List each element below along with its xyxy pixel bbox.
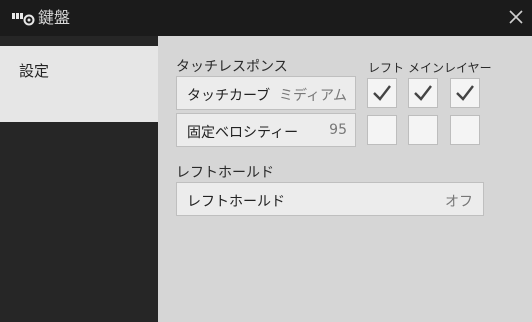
sidebar: 設定 — [0, 36, 158, 322]
left-hold-value: オフ — [445, 194, 473, 210]
touch-curve-left-checkbox[interactable] — [367, 78, 397, 108]
title-bar: 鍵盤 — [0, 0, 532, 36]
left-hold-heading: レフトホールド — [176, 165, 274, 181]
checkmark-icon — [456, 85, 474, 101]
column-header-layer: レイヤー — [444, 61, 492, 75]
tab-settings-label: 設定 — [19, 62, 50, 80]
touch-curve-layer-checkbox[interactable] — [450, 78, 480, 108]
keyboard-settings-screen: 鍵盤 設定 タッチレスポンス レフト メイン レイヤー タッチカーブ ミディアム… — [0, 0, 532, 322]
tab-settings[interactable]: 設定 — [0, 46, 158, 122]
window-title: 鍵盤 — [38, 8, 71, 27]
touch-curve-button[interactable]: タッチカーブ ミディアム — [176, 76, 356, 110]
touch-curve-value: ミディアム — [278, 88, 347, 104]
column-header-left: レフト — [368, 61, 405, 75]
left-hold-label: レフトホールド — [187, 194, 285, 210]
close-icon[interactable] — [504, 5, 528, 29]
checkmark-icon — [414, 85, 432, 101]
checkmark-icon — [373, 85, 391, 101]
keyboard-settings-icon — [12, 13, 35, 26]
fixed-velocity-left-checkbox[interactable] — [367, 115, 397, 145]
left-hold-button[interactable]: レフトホールド オフ — [176, 182, 484, 216]
column-header-main: メイン — [408, 61, 445, 75]
fixed-velocity-button[interactable]: 固定ベロシティー 95 — [176, 113, 356, 147]
fixed-velocity-value: 95 — [329, 122, 347, 138]
settings-panel: タッチレスポンス レフト メイン レイヤー タッチカーブ ミディアム 固定ベロシ… — [158, 36, 532, 322]
touch-curve-main-checkbox[interactable] — [408, 78, 438, 108]
touch-response-heading: タッチレスポンス — [176, 59, 288, 75]
fixed-velocity-main-checkbox[interactable] — [408, 115, 438, 145]
fixed-velocity-label: 固定ベロシティー — [187, 125, 299, 141]
touch-curve-label: タッチカーブ — [187, 88, 271, 104]
fixed-velocity-layer-checkbox[interactable] — [450, 115, 480, 145]
